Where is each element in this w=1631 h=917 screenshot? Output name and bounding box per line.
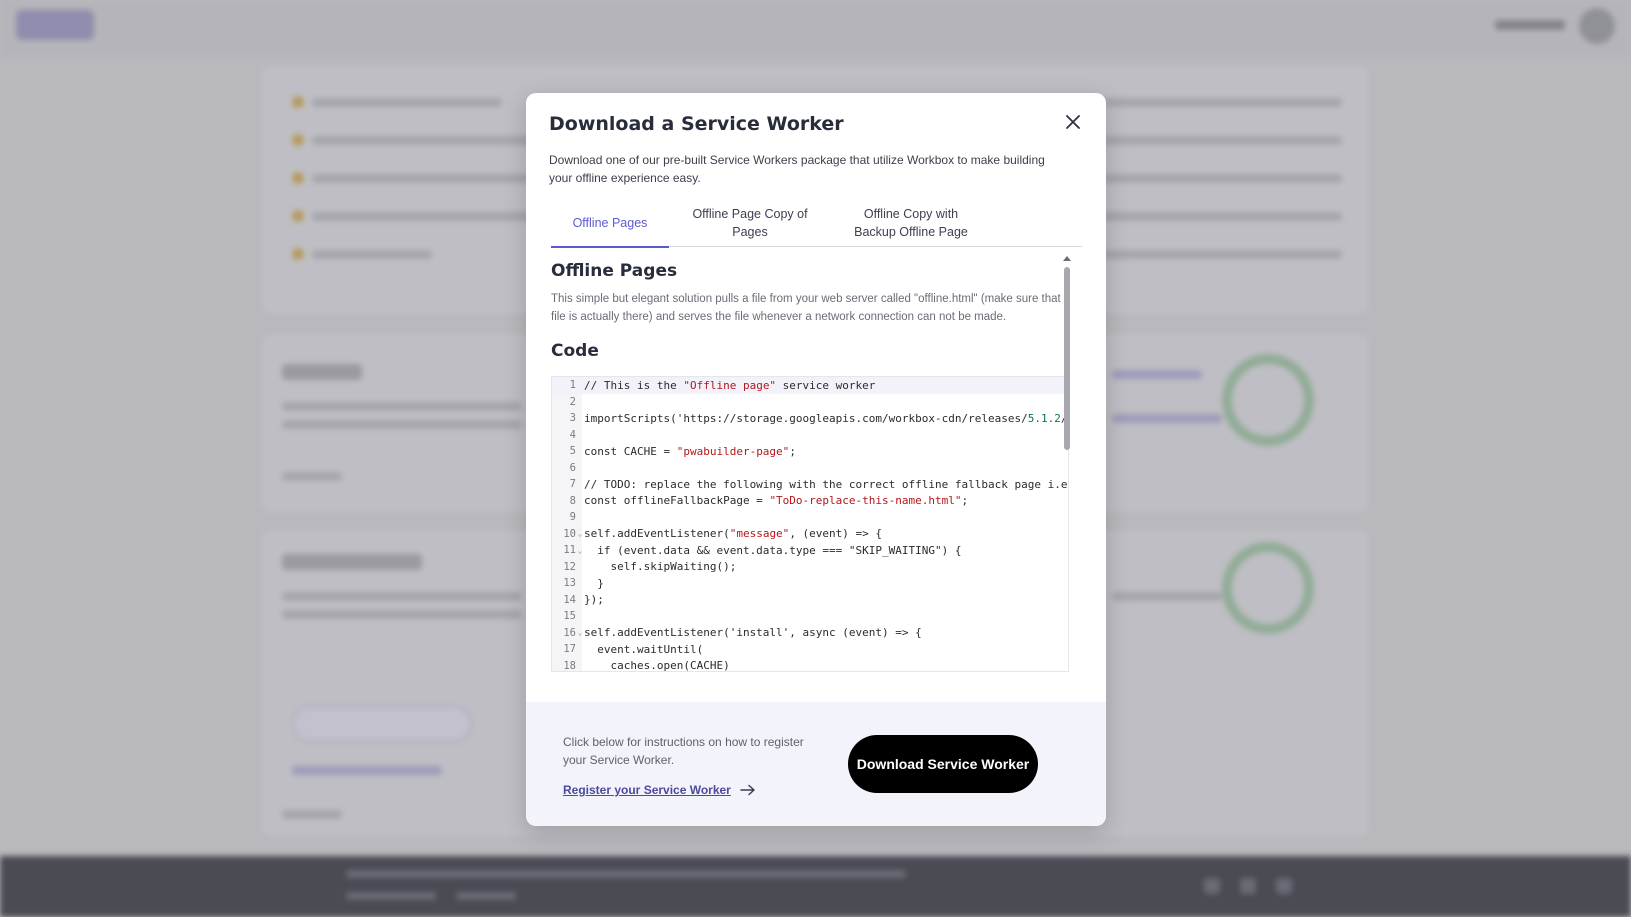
section-title: Offline Pages [551, 261, 678, 281]
code-text: }); [584, 593, 604, 607]
tab-panel-offline-pages[interactable]: Offline Pages This simple but elegant so… [551, 253, 1082, 772]
code-line: 5 const CACHE = "pwabuilder-page"; [552, 443, 1068, 460]
code-line: 18 caches.open(CACHE) [552, 658, 1068, 672]
scrollbar[interactable] [1061, 253, 1073, 772]
line-number: 9 [569, 511, 576, 524]
scroll-up-arrow-icon[interactable] [1061, 253, 1073, 263]
line-number: 12 [563, 560, 576, 573]
register-instructions: Click below for instructions on how to r… [563, 735, 804, 767]
scrollbar-thumb[interactable] [1064, 267, 1070, 450]
code-line: 12 self.skipWaiting(); [552, 559, 1068, 576]
line-number: 7 [569, 478, 576, 491]
code-line: 6 [552, 460, 1068, 477]
code-line: 17 event.waitUntil( [552, 641, 1068, 658]
line-number: 18 [563, 659, 576, 672]
code-text: self.addEventListener("message", (event)… [584, 527, 883, 541]
line-number: 1 [569, 379, 576, 392]
chevron-down-icon[interactable]: ⌄ [576, 628, 584, 637]
code-line: 1 // This is the "Offline page" service w… [552, 377, 1068, 394]
tab-offline-page-copy[interactable]: Offline Page Copy of Pages [689, 198, 811, 247]
tab-bar: Offline Pages Offline Page Copy of Pages… [551, 198, 1082, 248]
code-line: 4 [552, 427, 1068, 444]
register-link-label: Register your Service Worker [563, 783, 731, 797]
line-number: 15 [563, 610, 576, 623]
close-icon [1066, 115, 1080, 129]
code-line: 8 const offlineFallbackPage = "ToDo-repla… [552, 493, 1068, 510]
code-text: event.waitUntil( [584, 642, 704, 656]
line-number: 17 [563, 643, 576, 656]
download-service-worker-button[interactable]: Download Service Worker [848, 735, 1038, 793]
code-text: caches.open(CACHE) [584, 659, 730, 672]
line-number: 8 [569, 494, 576, 507]
tab-offline-pages[interactable]: Offline Pages [551, 198, 669, 248]
code-line: 15 [552, 608, 1068, 625]
code-text: importScripts('https://storage.googleapi… [584, 411, 1068, 425]
dialog-title: Download a Service Worker [549, 113, 844, 135]
tab-offline-copy-backup[interactable]: Offline Copy with Backup Offline Page [846, 198, 976, 247]
code-text: } [584, 576, 604, 590]
code-line: 3 importScripts('https://storage.googleap… [552, 410, 1068, 427]
code-heading: Code [551, 341, 599, 361]
code-line: 10 ⌄ self.addEventListener("message", (eve… [552, 526, 1068, 543]
code-text: // TODO: replace the following with the … [584, 477, 1068, 491]
line-number: 2 [569, 395, 576, 408]
line-number: 14 [563, 593, 576, 606]
code-line: 14}); [552, 592, 1068, 609]
section-description: This simple but elegant solution pulls a… [551, 293, 1061, 323]
code-line: 2 [552, 394, 1068, 411]
line-number: 6 [569, 461, 576, 474]
register-service-worker-link[interactable]: Register your Service Worker [563, 783, 757, 797]
code-text: self.skipWaiting(); [584, 560, 737, 574]
dialog-footer: Click below for instructions on how to r… [526, 702, 1106, 826]
code-text: const offlineFallbackPage = "ToDo-replac… [584, 494, 969, 508]
line-number: 3 [569, 412, 576, 425]
close-button[interactable] [1062, 111, 1084, 133]
code-text: const CACHE = "pwabuilder-page"; [584, 444, 796, 458]
chevron-down-icon[interactable]: ⌄ [576, 529, 584, 538]
code-text: if (event.data && event.data.type === "S… [584, 543, 962, 557]
line-number: 16 [563, 626, 576, 639]
arrow-right-icon [740, 784, 755, 796]
code-text: self.addEventListener('install', async (… [584, 626, 922, 640]
code-line: 16 ⌄ self.addEventListener('install', asyn… [552, 625, 1068, 642]
code-line: 9 [552, 509, 1068, 526]
line-number: 13 [563, 577, 576, 590]
code-editor[interactable]: 1 // This is the "Offline page" service w… [551, 376, 1069, 672]
line-number: 11 [563, 544, 576, 557]
code-lines: 1 // This is the "Offline page" service w… [552, 377, 1068, 672]
code-line: 11 ⌄ if (event.data && event.data.type ==… [552, 542, 1068, 559]
chevron-down-icon[interactable]: ⌄ [576, 546, 584, 555]
code-text: // This is the "Offline page" service wo… [584, 378, 876, 392]
download-service-worker-dialog: Download a Service Worker Download one o… [526, 93, 1106, 826]
dialog-description: Download one of our pre-built Service Wo… [549, 153, 1045, 185]
code-line: 13 } [552, 575, 1068, 592]
line-number: 4 [569, 428, 576, 441]
code-line: 7 // TODO: replace the following with the… [552, 476, 1068, 493]
line-number: 5 [569, 445, 576, 458]
line-number: 10 [563, 527, 576, 540]
